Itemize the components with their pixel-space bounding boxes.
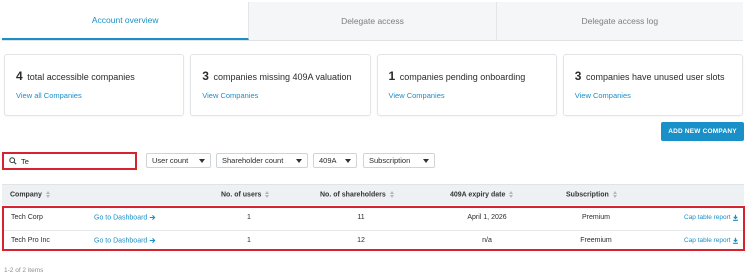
- card-title: 3 companies missing 409A valuation: [202, 69, 369, 83]
- card-count: 4: [16, 69, 23, 83]
- link-label: Go to Dashboard: [94, 214, 148, 222]
- search-box: [2, 152, 137, 170]
- link-label: Go to Dashboard: [94, 237, 148, 245]
- view-all-companies-link[interactable]: View all Companies: [16, 91, 82, 100]
- chevron-down-icon: [199, 159, 205, 163]
- table-row: Tech Corp Go to Dashboard 1 11 April 1, …: [4, 208, 743, 228]
- table-row: Tech Pro Inc Go to Dashboard 1 12 n/a Fr…: [4, 230, 743, 250]
- shareholder-count: 11: [357, 214, 365, 221]
- filter-subscription[interactable]: Subscription: [363, 153, 435, 168]
- card-title: 1 companies pending onboarding: [389, 69, 556, 83]
- card-count: 1: [388, 69, 396, 83]
- card-accessible-companies: 4 total accessible companies View all Co…: [4, 54, 185, 116]
- view-companies-link[interactable]: View Companies: [389, 91, 445, 100]
- arrow-right-icon: [149, 237, 156, 244]
- card-pending-onboarding: 1 companies pending onboarding View Comp…: [376, 54, 557, 116]
- go-to-dashboard-link[interactable]: Go to Dashboard: [94, 214, 156, 221]
- sort-icon: [265, 191, 270, 198]
- column-409a-expiry[interactable]: 409A expiry date: [450, 191, 514, 199]
- column-label: Company: [10, 191, 42, 199]
- card-unused-user-slots: 3 companies have unused user slots View …: [562, 54, 743, 116]
- column-label: Subscription: [566, 191, 609, 199]
- tab-account-overview[interactable]: Account overview: [2, 2, 250, 40]
- filter-label: User count: [152, 156, 189, 165]
- subscription-plan: Freemium: [580, 237, 612, 244]
- table-header: Company No. of users No. of shareholders…: [2, 184, 744, 205]
- sort-icon: [389, 191, 394, 198]
- column-users[interactable]: No. of users: [221, 191, 270, 199]
- filter-label: 409A: [319, 156, 337, 165]
- user-count: 1: [247, 214, 251, 221]
- company-name: Tech Pro Inc: [11, 237, 50, 244]
- pagination-summary: 1-2 of 2 items: [4, 267, 44, 274]
- shareholder-count: 12: [357, 237, 365, 244]
- sort-icon: [509, 191, 514, 198]
- cap-table-report-link[interactable]: Cap table report: [684, 237, 739, 244]
- filter-label: Shareholder count: [222, 156, 284, 165]
- filter-user-count[interactable]: User count: [146, 153, 211, 168]
- 409a-expiry-date: n/a: [482, 237, 492, 244]
- link-label: Cap table report: [684, 214, 731, 222]
- cap-table-report-link[interactable]: Cap table report: [684, 214, 739, 221]
- 409a-expiry-date: April 1, 2026: [467, 214, 507, 221]
- card-title: 3 companies have unused user slots: [575, 69, 742, 83]
- company-name: Tech Corp: [11, 214, 43, 221]
- card-text: total accessible companies: [27, 72, 135, 82]
- column-label: No. of users: [221, 191, 262, 199]
- column-label: No. of shareholders: [320, 191, 386, 199]
- filter-shareholder-count[interactable]: Shareholder count: [216, 153, 308, 168]
- view-companies-link[interactable]: View Companies: [202, 91, 258, 100]
- sort-icon: [45, 191, 50, 198]
- tab-bar: Account overview Delegate access Delegat…: [2, 2, 743, 41]
- card-missing-409a: 3 companies missing 409A valuation View …: [190, 54, 371, 116]
- user-count: 1: [247, 237, 251, 244]
- link-label: Cap table report: [684, 237, 731, 245]
- download-icon: [732, 214, 739, 221]
- card-text: companies have unused user slots: [585, 72, 725, 82]
- card-text: companies missing 409A valuation: [213, 72, 352, 82]
- subscription-plan: Premium: [581, 214, 611, 221]
- table-body: Tech Corp Go to Dashboard 1 11 April 1, …: [2, 206, 745, 251]
- column-shareholders[interactable]: No. of shareholders: [320, 191, 394, 198]
- card-text: companies pending onboarding: [399, 72, 526, 82]
- view-companies-link[interactable]: View Companies: [575, 91, 631, 100]
- go-to-dashboard-link[interactable]: Go to Dashboard: [94, 237, 156, 244]
- tab-delegate-access-log[interactable]: Delegate access log: [496, 2, 743, 40]
- summary-cards: 4 total accessible companies View all Co…: [4, 54, 743, 116]
- column-subscription[interactable]: Subscription: [566, 191, 617, 198]
- card-count: 3: [574, 69, 582, 83]
- filter-label: Subscription: [369, 156, 411, 165]
- filter-409a[interactable]: 409A: [313, 153, 357, 168]
- card-count: 3: [202, 69, 209, 83]
- chevron-down-icon: [345, 159, 351, 163]
- chevron-down-icon: [296, 159, 302, 163]
- search-icon: [9, 157, 17, 166]
- column-company[interactable]: Company: [10, 191, 50, 198]
- add-new-company-button[interactable]: ADD NEW COMPANY: [661, 122, 744, 141]
- card-title: 4 total accessible companies: [16, 69, 183, 83]
- arrow-right-icon: [149, 214, 156, 221]
- sort-icon: [612, 191, 617, 198]
- chevron-down-icon: [423, 159, 429, 163]
- download-icon: [732, 237, 739, 244]
- tab-delegate-access[interactable]: Delegate access: [249, 2, 497, 40]
- column-label: 409A expiry date: [450, 191, 506, 199]
- search-input[interactable]: [21, 156, 131, 166]
